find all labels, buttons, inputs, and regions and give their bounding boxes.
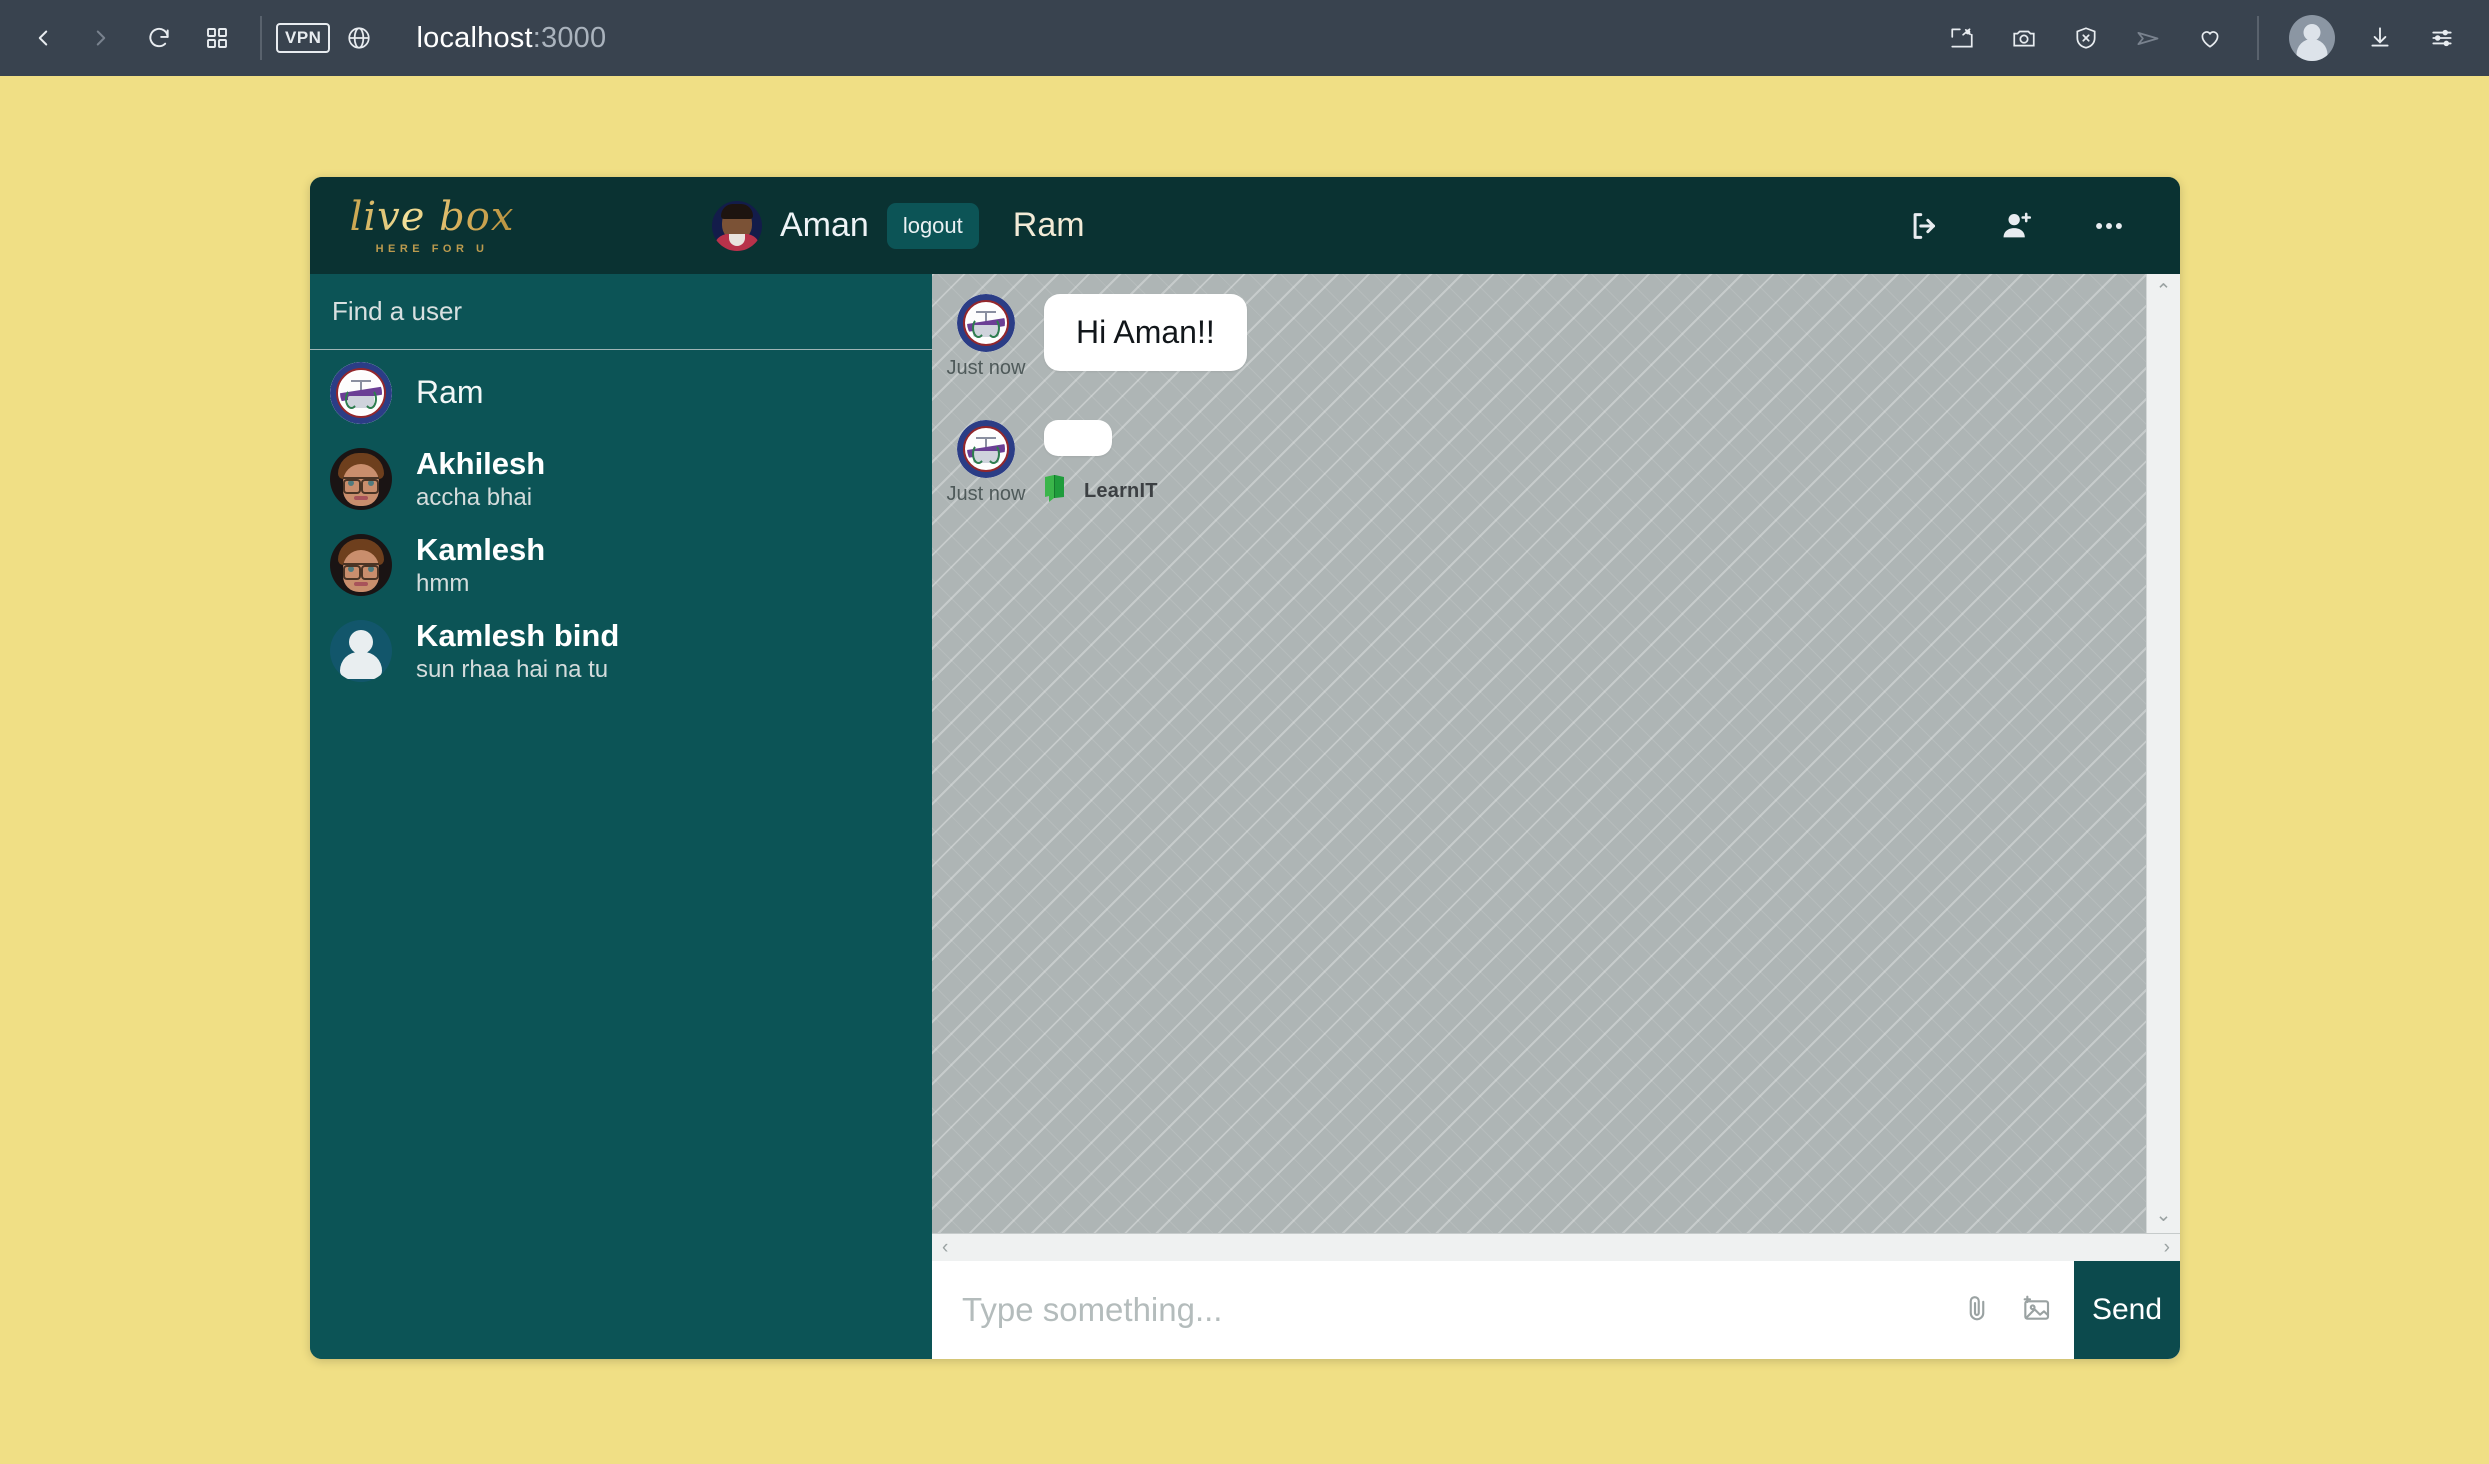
horizontal-scrollbar[interactable]: ‹ › (932, 1233, 2180, 1261)
sidebar-user-ram[interactable]: Ram (310, 350, 932, 436)
seal-emblem-avatar (330, 362, 392, 424)
pin-to-screen-icon[interactable] (1933, 9, 1991, 67)
user-preview: sun rhaa hai na tu (416, 655, 609, 683)
vpn-badge[interactable]: VPN (276, 23, 331, 53)
message-timestamp: Just now (946, 483, 1026, 505)
app-body: Find a user Ram Akhilesh accha bhai Kaml… (310, 274, 2180, 1359)
chat-panel: Just now Hi Aman!! Just now LearnIT ⌃ ⌄ … (932, 274, 2180, 1359)
composer-icons (1940, 1292, 2074, 1329)
exit-logout-icon[interactable] (1896, 197, 1954, 255)
message-bubble-empty (1044, 420, 1112, 456)
browser-toolbar: VPN localhost:3000 (0, 0, 2489, 76)
download-icon[interactable] (2351, 9, 2409, 67)
user-list: Ram Akhilesh accha bhai Kamlesh hmm Kaml… (310, 350, 932, 1359)
actions-divider (2257, 16, 2259, 60)
globe-icon[interactable] (330, 9, 388, 67)
user-text: Kamlesh hmm (416, 531, 546, 597)
scroll-down-arrow[interactable]: ⌄ (2156, 1206, 2172, 1225)
grid-tabs-icon[interactable] (188, 9, 246, 67)
seal-emblem-avatar (957, 294, 1015, 352)
browser-nav-group: VPN localhost:3000 (0, 9, 606, 67)
user-text: Kamlesh bind sun rhaa hai na tu (416, 617, 620, 683)
message-meta: Just now (947, 420, 1025, 506)
message-attachment[interactable]: LearnIT (1044, 474, 1158, 509)
profile-avatar-icon[interactable] (2289, 15, 2335, 61)
message-row: Just now Hi Aman!! (932, 288, 2146, 386)
message-timestamp: Just now (946, 357, 1026, 379)
add-user-icon[interactable] (1988, 197, 2046, 255)
forward-chevron-icon[interactable] (72, 9, 130, 67)
message-bubble: Hi Aman!! (1044, 294, 1247, 371)
default-person-avatar (330, 620, 392, 682)
message-input[interactable] (962, 1291, 1940, 1329)
vertical-scrollbar[interactable]: ⌃ ⌄ (2146, 274, 2180, 1233)
url-port: :3000 (532, 21, 607, 54)
more-options-icon[interactable] (2080, 197, 2138, 255)
chat-scroll-area: Just now Hi Aman!! Just now LearnIT ⌃ ⌄ (932, 274, 2180, 1233)
user-name: Kamlesh (416, 531, 546, 567)
sidebar-user-akhilesh[interactable]: Akhilesh accha bhai (310, 436, 932, 522)
chat-app-window: live box HERE FOR U Aman logout Ram Find… (310, 177, 2180, 1359)
settings-sliders-icon[interactable] (2413, 9, 2471, 67)
back-chevron-icon[interactable] (14, 9, 72, 67)
user-name: Kamlesh bind (416, 617, 620, 653)
sidebar-user-kamlesh[interactable]: Kamlesh hmm (310, 522, 932, 608)
message-row: Just now LearnIT (932, 414, 2146, 515)
shield-block-icon[interactable] (2057, 9, 2115, 67)
users-sidebar: Find a user Ram Akhilesh accha bhai Kaml… (310, 274, 932, 1359)
user-preview: accha bhai (416, 483, 533, 511)
paperclip-icon[interactable] (1962, 1293, 1992, 1328)
sidebar-user-kamlesh-bind[interactable]: Kamlesh bind sun rhaa hai na tu (310, 608, 932, 694)
message-content: Hi Aman!! (1044, 294, 1247, 371)
heart-icon[interactable] (2181, 9, 2239, 67)
telegram-send-icon[interactable] (2119, 9, 2177, 67)
browser-actions (1933, 9, 2489, 67)
user-name: Akhilesh (416, 445, 546, 481)
current-user-avatar[interactable] (712, 200, 762, 251)
scroll-right-arrow[interactable]: › (2164, 1238, 2170, 1257)
user-text: Akhilesh accha bhai (416, 445, 546, 511)
app-header: live box HERE FOR U Aman logout Ram (310, 177, 2180, 274)
active-conversation-title: Ram (1012, 206, 1085, 244)
attachment-label: LearnIT (1084, 480, 1158, 502)
reload-icon[interactable] (130, 9, 188, 67)
app-logo[interactable]: live box HERE FOR U (342, 197, 522, 255)
scroll-left-arrow[interactable]: ‹ (942, 1238, 948, 1257)
user-text: Ram (416, 375, 484, 410)
message-meta: Just now (947, 294, 1025, 380)
find-user-label[interactable]: Find a user (310, 274, 932, 350)
user-preview: hmm (416, 569, 470, 597)
message-content: LearnIT (1044, 420, 1158, 509)
logo-wordmark: live box (349, 193, 515, 240)
add-image-icon[interactable] (2020, 1292, 2052, 1329)
send-button[interactable]: Send (2074, 1261, 2180, 1359)
current-user-name: Aman (780, 206, 869, 244)
address-bar[interactable]: localhost:3000 (416, 22, 606, 55)
header-actions (1896, 197, 2180, 255)
current-user-chip: Aman logout (712, 200, 979, 251)
logout-button[interactable]: logout (886, 202, 979, 249)
message-list: Just now Hi Aman!! Just now LearnIT (932, 274, 2146, 1233)
learnit-book-icon (1044, 474, 1070, 509)
cartoon-avatar (330, 448, 392, 510)
toolbar-divider (260, 16, 262, 60)
cartoon-avatar (330, 534, 392, 596)
url-host: localhost (416, 21, 533, 54)
logo-tagline: HERE FOR U (375, 242, 489, 255)
user-name: Ram (416, 374, 484, 411)
seal-emblem-avatar (957, 420, 1015, 478)
scroll-up-arrow[interactable]: ⌃ (2156, 282, 2172, 301)
camera-icon[interactable] (1995, 9, 2053, 67)
message-composer: Send (932, 1261, 2180, 1359)
